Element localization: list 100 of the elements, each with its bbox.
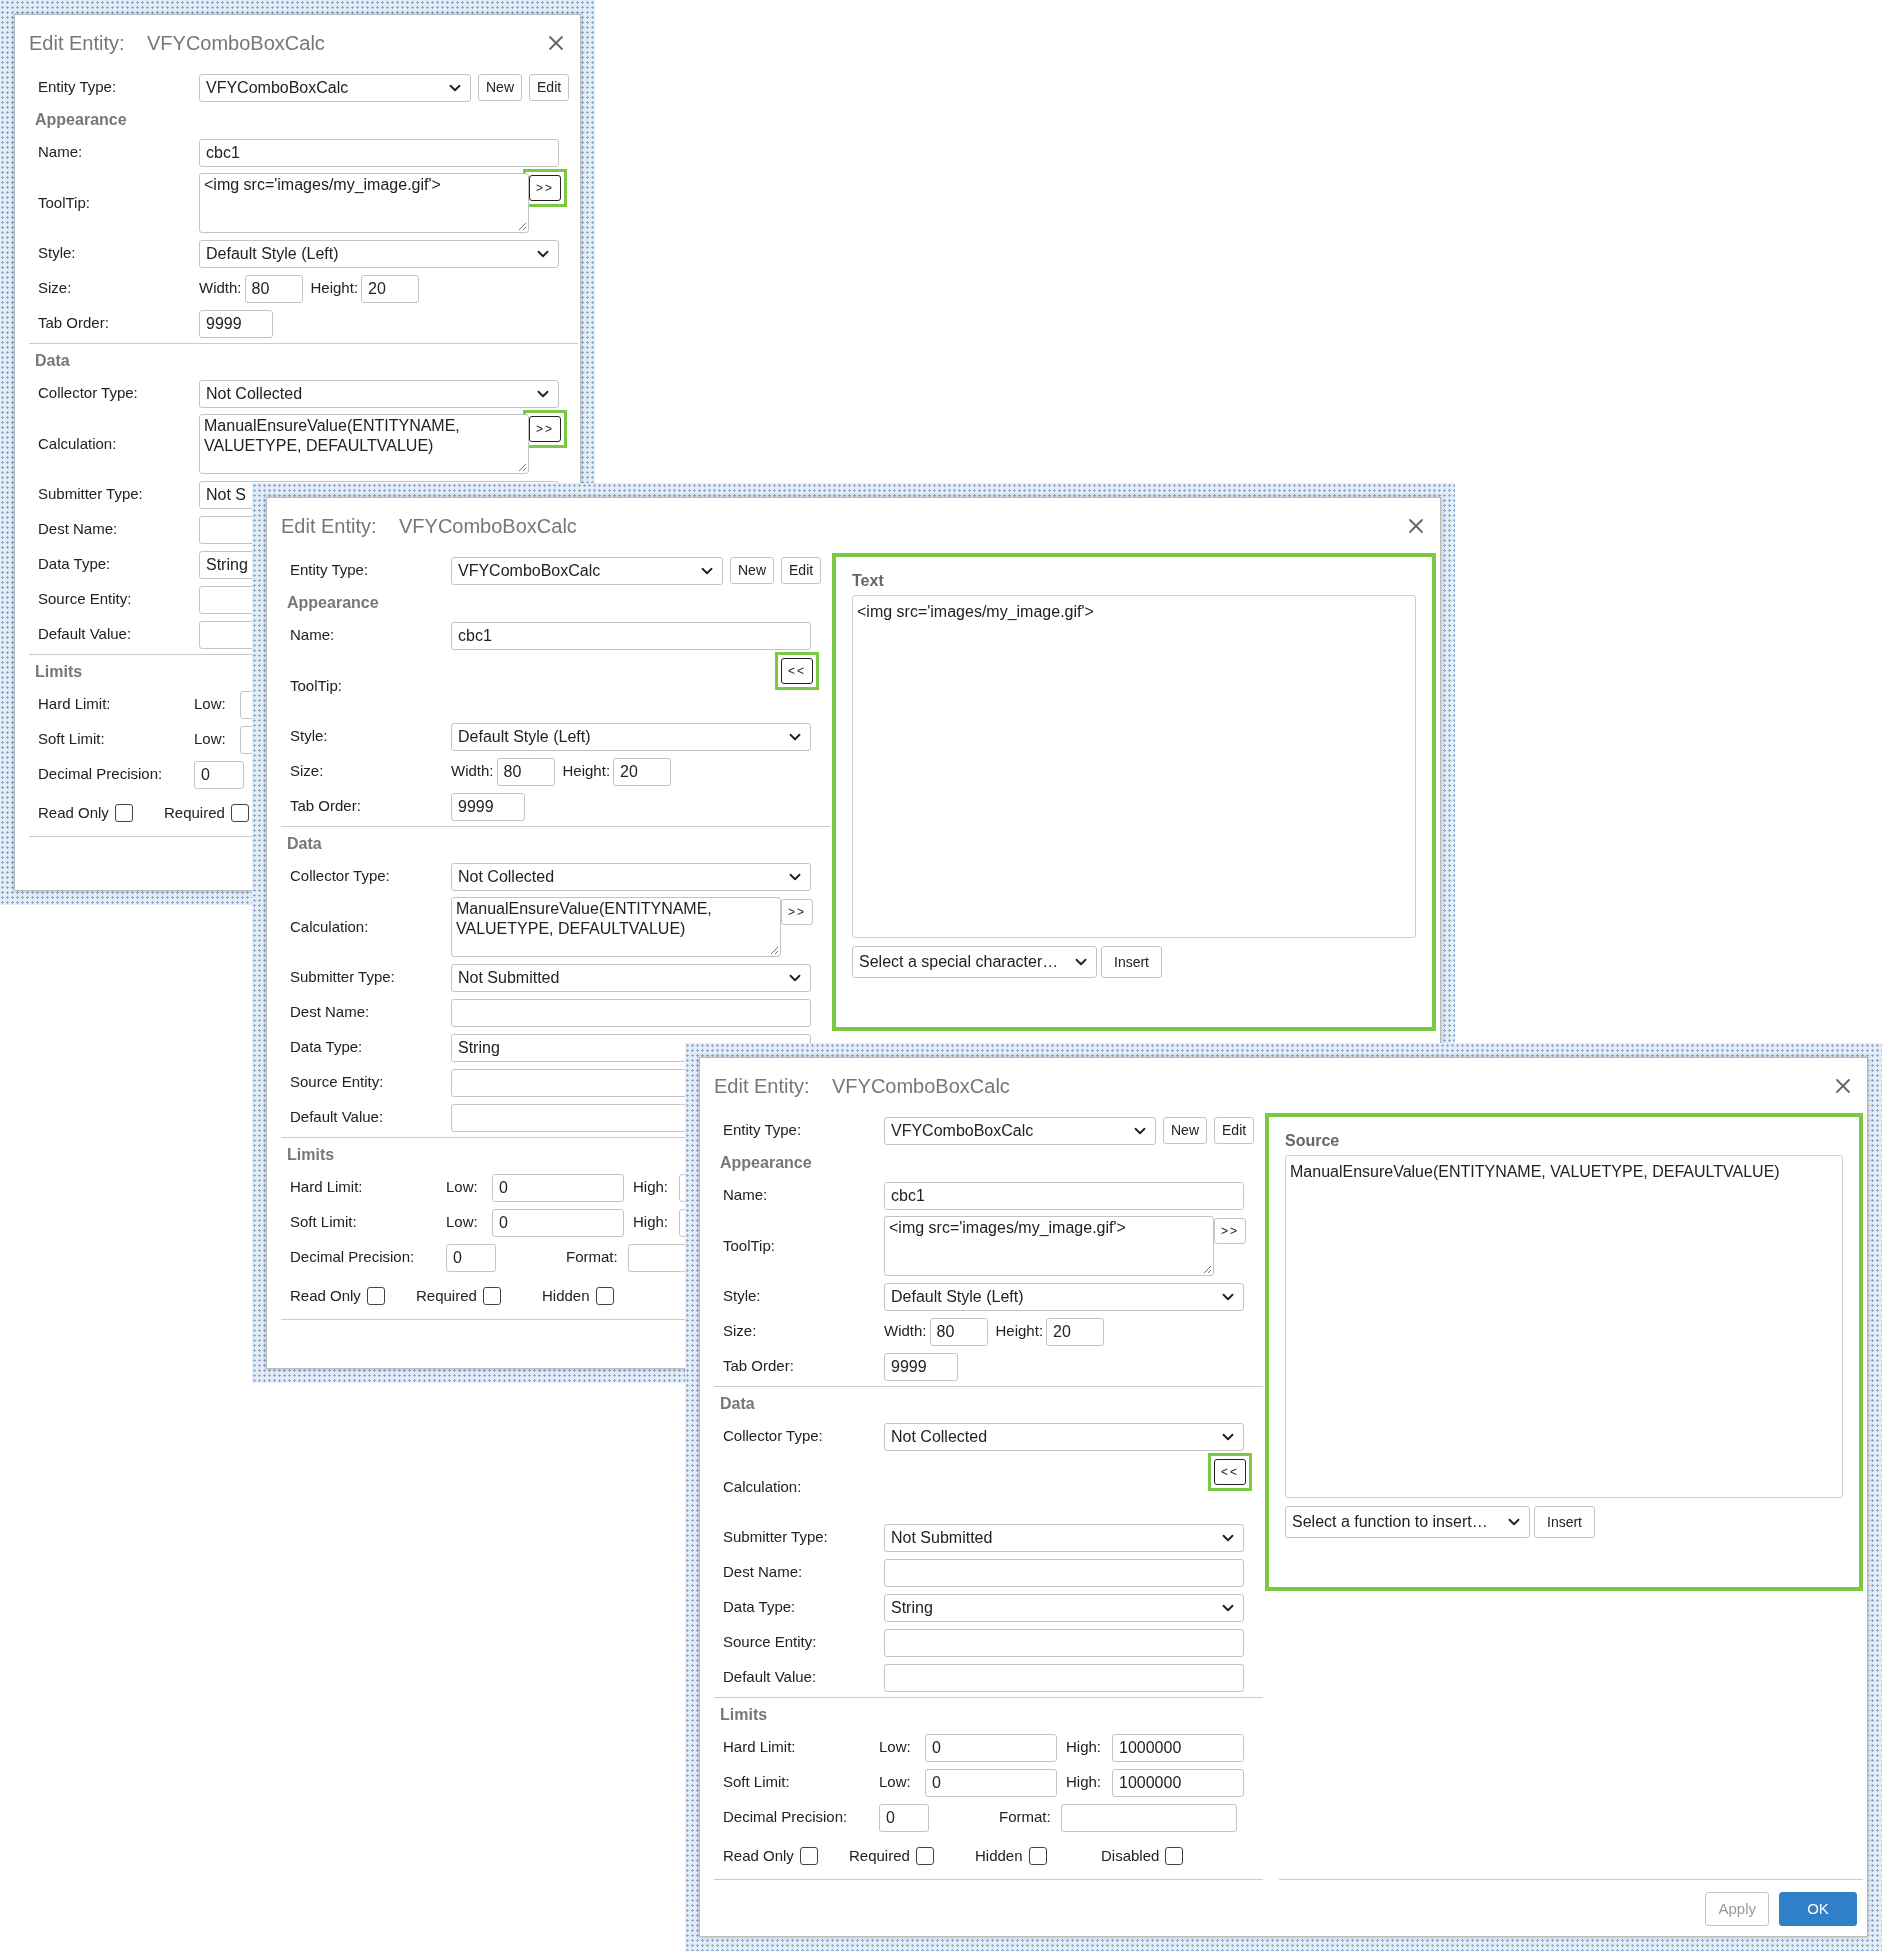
entity-type-button[interactable]: Edit (1214, 1117, 1255, 1144)
checkbox-label: Hidden (542, 1285, 590, 1306)
insert-button[interactable]: Insert (1534, 1506, 1595, 1538)
text-field[interactable]: 0 (879, 1803, 929, 1832)
checkbox[interactable] (366, 1287, 385, 1305)
field-label: Dest Name: (37, 519, 119, 540)
checkbox-label: Required (164, 802, 225, 823)
ok-button[interactable]: OK (1779, 1892, 1857, 1926)
text-area[interactable]: <img src='images/my_image.gif'> (852, 595, 1416, 938)
toggle-button[interactable]: >> (529, 175, 561, 201)
toggle-button[interactable]: >> (1214, 1218, 1246, 1244)
checkbox-label: Read Only (723, 1845, 794, 1866)
dropdown[interactable]: Not Collected (884, 1422, 1244, 1451)
text-field[interactable]: 0 (925, 1768, 1057, 1797)
text-field[interactable]: 1000000 (1112, 1733, 1244, 1762)
entity-type-button[interactable]: New (478, 74, 522, 101)
toggle-button[interactable]: >> (529, 416, 561, 442)
field-label: Decimal Precision: (722, 1807, 849, 1828)
checkbox[interactable] (114, 804, 133, 822)
toggle-button[interactable]: << (1214, 1459, 1246, 1485)
field-label: Hard Limit: (722, 1737, 797, 1758)
field-label: Soft Limit: (37, 729, 106, 750)
resize-grip-icon[interactable] (769, 945, 779, 955)
checkbox[interactable] (1028, 1847, 1047, 1865)
checkbox[interactable] (799, 1847, 818, 1865)
text-field[interactable] (1060, 1803, 1237, 1832)
field-label: Collector Type: (37, 383, 139, 404)
text-field[interactable] (884, 1628, 1244, 1657)
text-field[interactable]: cbc1 (451, 621, 811, 650)
text-area[interactable]: ManualEnsureValue(ENTITYNAME, VALUETYPE, DEFAULTVALUE) (451, 897, 781, 957)
entity-type-button[interactable]: New (1163, 1117, 1207, 1144)
text-field[interactable]: 20 (613, 757, 672, 786)
text-field[interactable]: 1000000 (1112, 1768, 1244, 1797)
text-field[interactable]: 9999 (451, 792, 525, 821)
text-field[interactable]: cbc1 (884, 1181, 1244, 1210)
field-label: Height: (562, 761, 611, 782)
dropdown[interactable]: Default Style (Left) (451, 722, 811, 751)
text-field[interactable]: 9999 (199, 309, 273, 338)
checkbox[interactable] (595, 1287, 614, 1305)
text-field[interactable]: 0 (194, 760, 244, 789)
text-field[interactable]: 80 (929, 1317, 988, 1346)
resize-grip-icon[interactable] (517, 462, 527, 472)
dropdown[interactable]: Not Submitted (451, 963, 811, 992)
entity-type-button[interactable]: Edit (781, 557, 822, 584)
dropdown[interactable]: Default Style (Left) (884, 1282, 1244, 1311)
section-heading: Appearance (287, 593, 379, 613)
checkbox[interactable] (1165, 1847, 1184, 1865)
dropdown[interactable]: Select a function to insert… (1285, 1506, 1530, 1538)
panel-title: Source (1285, 1131, 1341, 1151)
field-label: Entity Type: (289, 560, 370, 581)
checkbox[interactable] (915, 1847, 934, 1865)
field-label: Default Value: (37, 624, 133, 645)
toggle-button[interactable]: >> (781, 899, 813, 925)
text-field[interactable]: 0 (492, 1173, 624, 1202)
field-label: Size: (722, 1321, 758, 1342)
checkbox[interactable] (482, 1287, 501, 1305)
section-heading: Data (35, 351, 70, 371)
dropdown[interactable]: String (884, 1593, 1244, 1622)
text-field[interactable]: 0 (492, 1208, 624, 1237)
text-field[interactable]: 20 (1046, 1317, 1105, 1346)
dropdown[interactable]: Not Collected (199, 379, 559, 408)
dropdown[interactable]: VFYComboBoxCalc (199, 73, 471, 102)
text-field[interactable] (451, 998, 811, 1027)
dropdown[interactable]: Default Style (Left) (199, 239, 559, 268)
field-label: High: (633, 1212, 670, 1233)
entity-type-button[interactable]: Edit (529, 74, 570, 101)
resize-grip-icon[interactable] (1202, 1264, 1212, 1274)
text-field[interactable]: 0 (925, 1733, 1057, 1762)
text-area[interactable]: <img src='images/my_image.gif'> (884, 1216, 1214, 1276)
entity-type-button[interactable]: New (730, 557, 774, 584)
field-label: Low: (194, 729, 227, 750)
text-field[interactable]: 80 (496, 757, 555, 786)
field-label: Entity Type: (722, 1120, 803, 1141)
dialog-title-label: Edit Entity: (281, 513, 378, 539)
dialog-title: VFYComboBoxCalc (832, 1073, 1011, 1099)
field-label: Tab Order: (289, 796, 362, 817)
text-field[interactable] (884, 1558, 1244, 1587)
text-field[interactable]: 9999 (884, 1352, 958, 1381)
text-field[interactable] (884, 1663, 1244, 1692)
field-label: High: (1066, 1737, 1103, 1758)
dropdown[interactable]: VFYComboBoxCalc (884, 1116, 1156, 1145)
text-area[interactable]: ManualEnsureValue(ENTITYNAME, VALUETYPE, DEFAULTVALUE) (1285, 1155, 1843, 1498)
insert-button[interactable]: Insert (1101, 946, 1162, 978)
text-field[interactable]: 20 (361, 274, 420, 303)
dropdown[interactable]: Not Collected (451, 862, 811, 891)
dialog-title: VFYComboBoxCalc (399, 513, 578, 539)
dropdown[interactable]: VFYComboBoxCalc (451, 556, 723, 585)
text-field[interactable]: cbc1 (199, 138, 559, 167)
dialog-title-label: Edit Entity: (714, 1073, 811, 1099)
checkbox[interactable] (230, 804, 249, 822)
resize-grip-icon[interactable] (517, 221, 527, 231)
field-label: Decimal Precision: (37, 764, 164, 785)
toggle-button[interactable]: << (781, 658, 813, 684)
dropdown[interactable]: Not Submitted (884, 1523, 1244, 1552)
text-field[interactable]: 80 (244, 274, 303, 303)
dropdown[interactable]: Select a special character… (852, 946, 1097, 978)
field-label: Entity Type: (37, 77, 118, 98)
text-field[interactable]: 0 (446, 1243, 496, 1272)
text-area[interactable]: <img src='images/my_image.gif'> (199, 173, 529, 233)
text-area[interactable]: ManualEnsureValue(ENTITYNAME, VALUETYPE, DEFAULTVALUE) (199, 414, 529, 474)
